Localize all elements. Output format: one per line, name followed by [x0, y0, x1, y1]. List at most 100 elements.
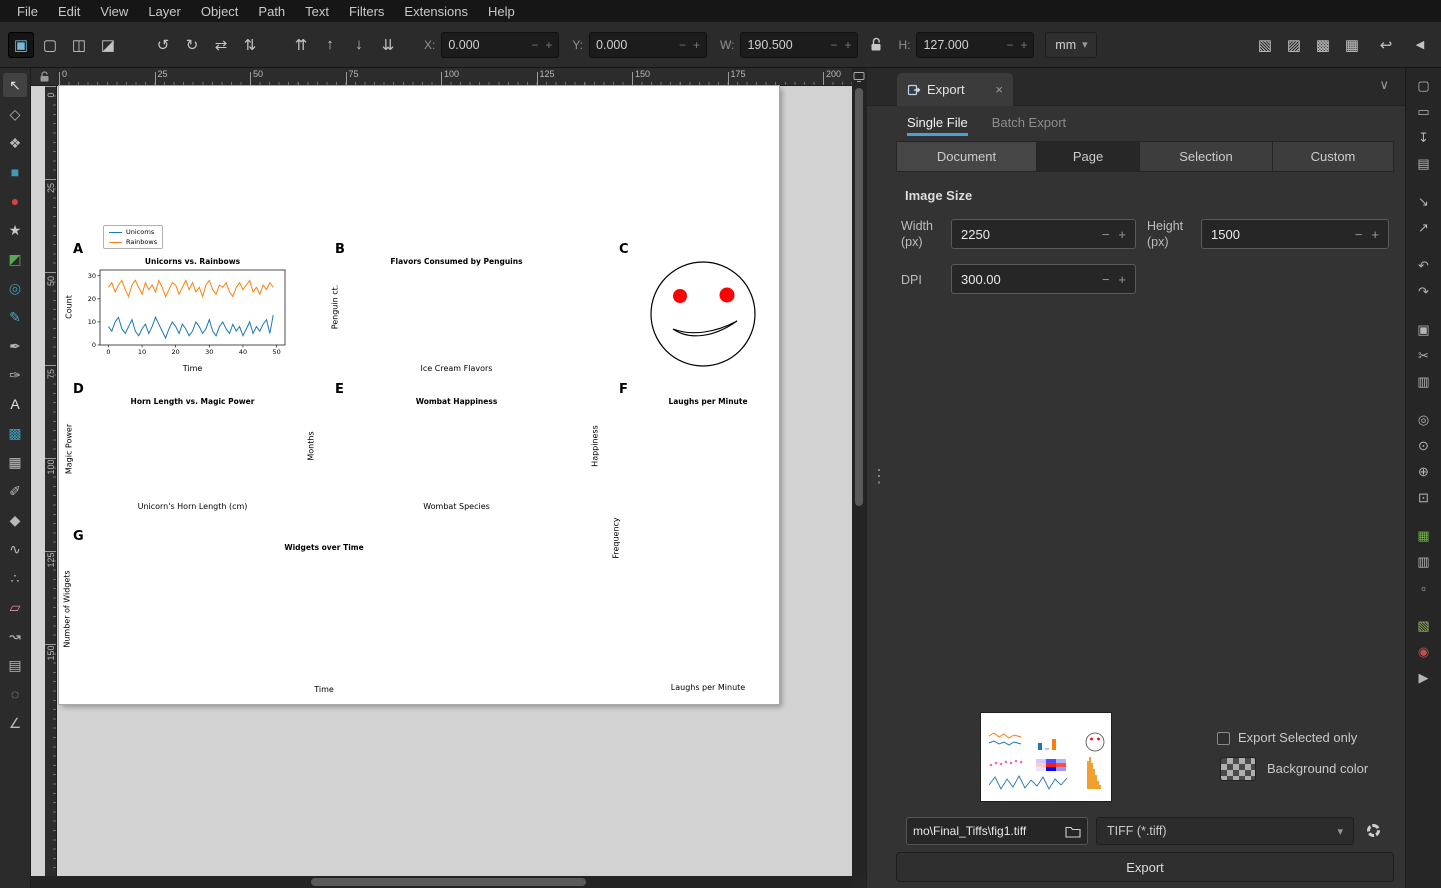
h-increment-icon[interactable]: +	[1020, 38, 1027, 52]
tool-options-icon[interactable]: ▣	[8, 32, 34, 58]
paste-icon[interactable]: ▥	[1414, 372, 1434, 392]
node-tool-icon[interactable]: ◇	[3, 102, 27, 126]
export-icon[interactable]: ↗	[1414, 218, 1434, 238]
x-input[interactable]: 0.000 − +	[441, 32, 559, 58]
tab-single-file[interactable]: Single File	[907, 115, 968, 136]
units-dropdown[interactable]: mm ▾	[1045, 32, 1097, 58]
scale-corners-toggle-icon[interactable]: ▦	[1339, 32, 1365, 58]
menu-edit[interactable]: Edit	[49, 2, 89, 21]
raise-icon[interactable]: ↑	[317, 32, 343, 58]
document-open-icon[interactable]: ▭	[1414, 102, 1434, 122]
width-increment-icon[interactable]: +	[1118, 227, 1126, 242]
dropper-tool-icon[interactable]: ✐	[3, 479, 27, 503]
layer-new-icon[interactable]: ▧	[1414, 616, 1434, 636]
gradient-tool-icon[interactable]: ▩	[3, 421, 27, 445]
export-format-dropdown[interactable]: TIFF (*.tiff) ▾	[1096, 817, 1354, 845]
height-increment-icon[interactable]: +	[1371, 227, 1379, 242]
vertical-ruler[interactable]: 0255075100125150	[45, 86, 57, 876]
tweak-tool-icon[interactable]: ∿	[3, 537, 27, 561]
move-gradients-toggle-icon[interactable]: ▧	[1252, 32, 1278, 58]
mode-selection[interactable]: Selection	[1139, 141, 1273, 172]
star-tool-icon[interactable]: ★	[3, 218, 27, 242]
text-tool-icon[interactable]: A	[3, 392, 27, 416]
menu-path[interactable]: Path	[249, 2, 294, 21]
horizontal-ruler[interactable]: 0255075100125150175200	[57, 68, 852, 86]
spray-tool-icon[interactable]: ∴	[3, 566, 27, 590]
selection-to-path-icon[interactable]: ◪	[95, 32, 121, 58]
rotate-cw-icon[interactable]: ↻	[179, 32, 205, 58]
horizontal-scrollbar[interactable]	[31, 876, 852, 888]
monitor-icon[interactable]	[853, 70, 865, 88]
dpi-decrement-icon[interactable]: −	[1102, 272, 1110, 287]
height-input[interactable]: 127.000 − +	[916, 32, 1034, 58]
vertical-scrollbar[interactable]	[852, 68, 866, 876]
eraser-tool-icon[interactable]: ▱	[3, 595, 27, 619]
symbol-marker-icon[interactable]: ◉	[1414, 642, 1434, 662]
x-increment-icon[interactable]: +	[545, 38, 552, 52]
snap-grid-icon[interactable]: ▦	[1414, 526, 1434, 546]
measure-tool-icon[interactable]: ∠	[3, 711, 27, 735]
redo-icon[interactable]: ↷	[1414, 282, 1434, 302]
dpi-increment-icon[interactable]: +	[1118, 272, 1126, 287]
cut-icon[interactable]: ✂	[1414, 346, 1434, 366]
import-icon[interactable]: ↘	[1414, 192, 1434, 212]
w-increment-icon[interactable]: +	[844, 38, 851, 52]
export-tab[interactable]: Export ×	[897, 73, 1013, 106]
export-filename-input[interactable]: mo\Final_Tiffs\fig1.tiff	[906, 817, 1088, 845]
y-increment-icon[interactable]: +	[693, 38, 700, 52]
lock-guides-icon[interactable]	[31, 68, 57, 86]
close-icon[interactable]: ×	[995, 82, 1003, 97]
mode-document[interactable]: Document	[896, 141, 1037, 172]
deselect-icon[interactable]: ▢	[37, 32, 63, 58]
export-height-input[interactable]: 1500 − +	[1201, 219, 1389, 249]
menu-filters[interactable]: Filters	[340, 2, 393, 21]
horizontal-scrollbar-thumb[interactable]	[311, 878, 586, 886]
y-decrement-icon[interactable]: −	[679, 38, 686, 52]
ellipse-tool-icon[interactable]: ●	[3, 189, 27, 213]
document-save-icon[interactable]: ↧	[1414, 128, 1434, 148]
menu-text[interactable]: Text	[296, 2, 338, 21]
zoom-page-icon[interactable]: ⊕	[1414, 462, 1434, 482]
mode-page[interactable]: Page	[1036, 141, 1140, 172]
height-decrement-icon[interactable]: −	[1355, 227, 1363, 242]
pencil-tool-icon[interactable]: ✎	[3, 305, 27, 329]
zoom-selection-icon[interactable]: ◎	[1414, 410, 1434, 430]
shape-builder-tool-icon[interactable]: ❖	[3, 131, 27, 155]
zoom-drawing-icon[interactable]: ⊙	[1414, 436, 1434, 456]
flip-horizontal-icon[interactable]: ⇄	[208, 32, 234, 58]
document-print-icon[interactable]: ▤	[1414, 154, 1434, 174]
rectangle-tool-icon[interactable]: ■	[3, 160, 27, 184]
menu-help[interactable]: Help	[479, 2, 524, 21]
menu-view[interactable]: View	[91, 2, 137, 21]
menu-object[interactable]: Object	[192, 2, 248, 21]
width-input[interactable]: 190.500 − +	[740, 32, 858, 58]
lock-ratio-icon[interactable]	[869, 37, 883, 52]
calligraphy-tool-icon[interactable]: ✑	[3, 363, 27, 387]
snap-toggle-icon[interactable]: ↩	[1373, 32, 1399, 58]
panel-resize-grip[interactable]: ⋮	[870, 466, 888, 487]
menu-extensions[interactable]: Extensions	[395, 2, 477, 21]
h-decrement-icon[interactable]: −	[1006, 38, 1013, 52]
snap-guides-icon[interactable]: ▥	[1414, 552, 1434, 572]
tab-batch-export[interactable]: Batch Export	[992, 115, 1066, 136]
export-width-input[interactable]: 2250 − +	[951, 219, 1136, 249]
y-input[interactable]: 0.000 − +	[589, 32, 707, 58]
scale-stroke-toggle-icon[interactable]: ▩	[1310, 32, 1336, 58]
connector-tool-icon[interactable]: ↝	[3, 624, 27, 648]
zoom-tool-icon[interactable]: ◌	[3, 682, 27, 706]
export-selected-checkbox[interactable]	[1217, 732, 1230, 745]
flip-vertical-icon[interactable]: ⇅	[237, 32, 263, 58]
lower-icon[interactable]: ↓	[346, 32, 372, 58]
raise-to-top-icon[interactable]: ⇈	[288, 32, 314, 58]
lower-to-bottom-icon[interactable]: ⇊	[375, 32, 401, 58]
collapse-toolbar-icon[interactable]: ◀	[1407, 32, 1433, 58]
selector-tool-icon[interactable]: ↖	[3, 73, 27, 97]
menu-layer[interactable]: Layer	[139, 2, 190, 21]
more-icon[interactable]: ▶	[1414, 668, 1434, 688]
pen-tool-icon[interactable]: ✒	[3, 334, 27, 358]
width-decrement-icon[interactable]: −	[1102, 227, 1110, 242]
document-new-icon[interactable]: ▢	[1414, 76, 1434, 96]
background-color-swatch[interactable]	[1220, 757, 1256, 781]
bucket-tool-icon[interactable]: ◆	[3, 508, 27, 532]
export-button[interactable]: Export	[896, 852, 1394, 882]
